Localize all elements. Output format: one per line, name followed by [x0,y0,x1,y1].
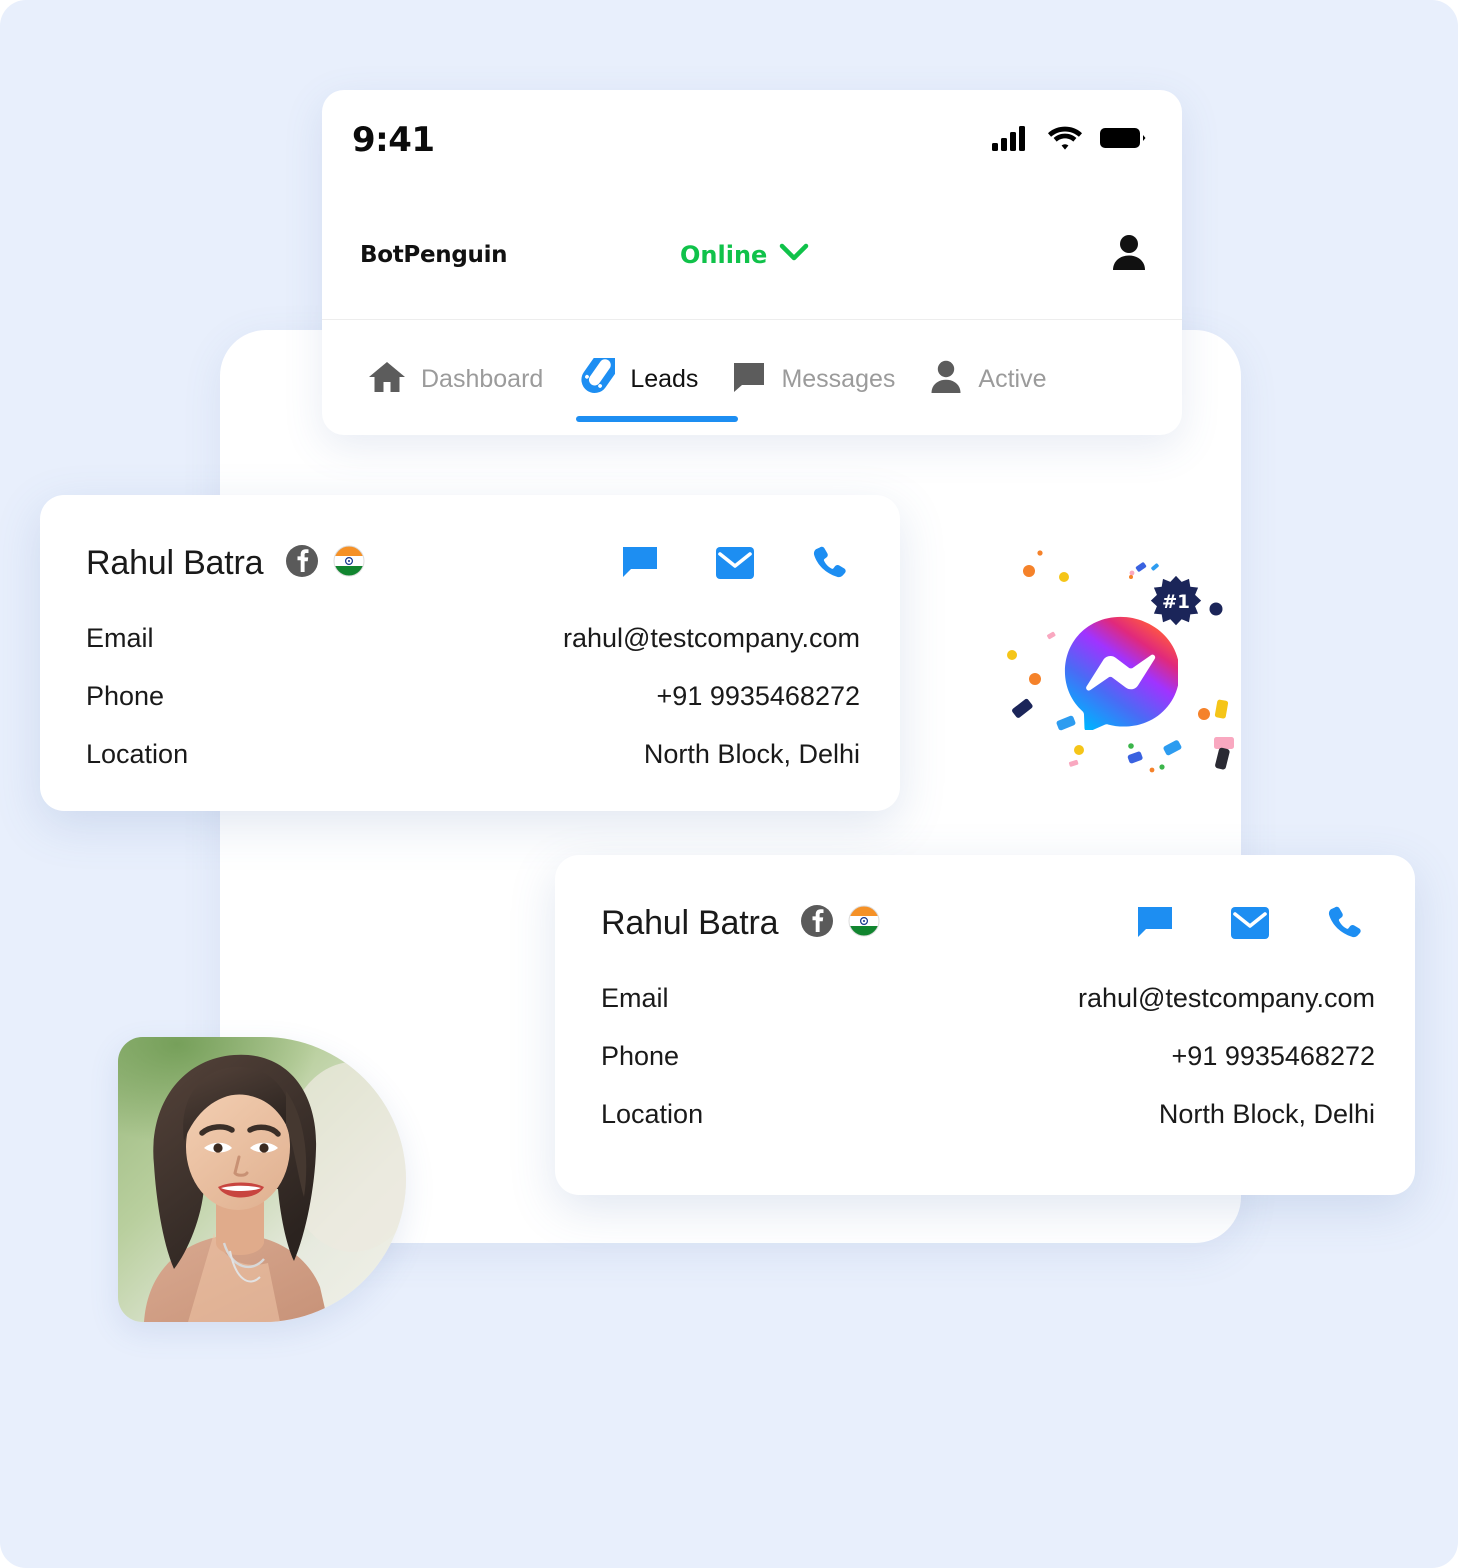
lead-card-header: Rahul Batra [86,537,860,589]
lead-field-row: Location North Block, Delhi [86,739,860,797]
lead-field-row: Email rahul@testcompany.com [601,983,1375,1041]
chat-icon[interactable] [1137,906,1173,940]
lead-actions [622,545,846,581]
field-value: rahul@testcompany.com [562,623,860,653]
field-value: +91 9935468272 [1171,1041,1375,1071]
lead-name: Rahul Batra [601,903,779,942]
tab-label: Active [978,364,1047,393]
lead-badges [800,904,880,943]
field-label: Email [86,623,154,653]
india-flag-icon [333,545,365,582]
chevron-down-icon[interactable] [779,242,809,267]
tab-label: Leads [630,364,699,393]
field-value: +91 9935468272 [656,681,860,711]
person-icon [1112,235,1146,274]
tab-leads[interactable]: Leads [565,343,739,422]
email-icon[interactable] [716,547,754,579]
phone-frame-card: 9:41 BotPenguin Online Dashboard Leads M… [322,90,1182,435]
tab-label: Dashboard [421,364,544,393]
tab-messages[interactable]: Messages [720,343,917,415]
lead-card[interactable]: Rahul Batra Email rahul@testcompany.com … [555,855,1415,1195]
status-time: 9:41 [352,120,435,160]
signal-bars-icon [992,125,1030,156]
email-icon[interactable] [1231,907,1269,939]
lead-fields: Email rahul@testcompany.com Phone +91 99… [601,983,1375,1157]
field-label: Phone [601,1041,680,1071]
lead-actions [1137,905,1361,941]
lead-name: Rahul Batra [86,543,264,582]
tab-label: Messages [781,364,896,393]
status-dropdown[interactable]: Online [680,241,1112,269]
field-label: Email [601,983,669,1013]
india-flag-icon [848,905,880,942]
active-tab-underline [576,416,739,422]
messenger-logo-icon [1064,616,1178,730]
facebook-icon [800,904,834,943]
lead-card-header: Rahul Batra [601,897,1375,949]
tab-dashboard[interactable]: Dashboard [356,343,565,415]
field-value: rahul@testcompany.com [1077,983,1375,1013]
tab-bar: Dashboard Leads Messages Active [322,321,1182,435]
field-label: Location [601,1099,704,1129]
lead-field-row: Phone +91 9935468272 [86,681,860,739]
messenger-illustration: #1 [985,545,1255,795]
lead-fields: Email rahul@testcompany.com Phone +91 99… [86,623,860,797]
field-value: North Block, Delhi [1158,1099,1375,1129]
phone-icon[interactable] [812,545,846,581]
status-icons [992,125,1146,156]
page-root: 9:41 BotPenguin Online Dashboard Leads M… [0,0,1458,1568]
brand-title: BotPenguin [360,241,508,268]
magnet-icon [577,351,619,401]
status-bar: 9:41 [322,90,1182,190]
person-icon [929,360,963,399]
portrait-photo [118,1037,406,1322]
chat-bubble-icon [732,360,766,399]
field-label: Location [86,739,189,769]
chat-icon[interactable] [622,546,658,580]
lead-badges [285,544,365,583]
field-value: North Block, Delhi [643,739,860,769]
profile-avatar-button[interactable] [1112,234,1146,275]
lead-card[interactable]: Rahul Batra Email rahul@testcompany.com … [40,495,900,811]
lead-field-row: Location North Block, Delhi [601,1099,1375,1157]
battery-icon [1100,126,1146,155]
number-one-badge: #1 [1150,575,1202,626]
phone-icon[interactable] [1327,905,1361,941]
lead-field-row: Email rahul@testcompany.com [86,623,860,681]
wifi-icon [1048,125,1082,156]
badge-label: #1 [1162,592,1190,613]
facebook-icon [285,544,319,583]
portrait-illustration [118,1037,406,1322]
tab-active[interactable]: Active [917,343,1068,415]
app-header: BotPenguin Online [322,190,1182,320]
field-label: Phone [86,681,165,711]
status-label: Online [680,240,768,269]
lead-field-row: Phone +91 9935468272 [601,1041,1375,1099]
home-icon [368,360,406,399]
